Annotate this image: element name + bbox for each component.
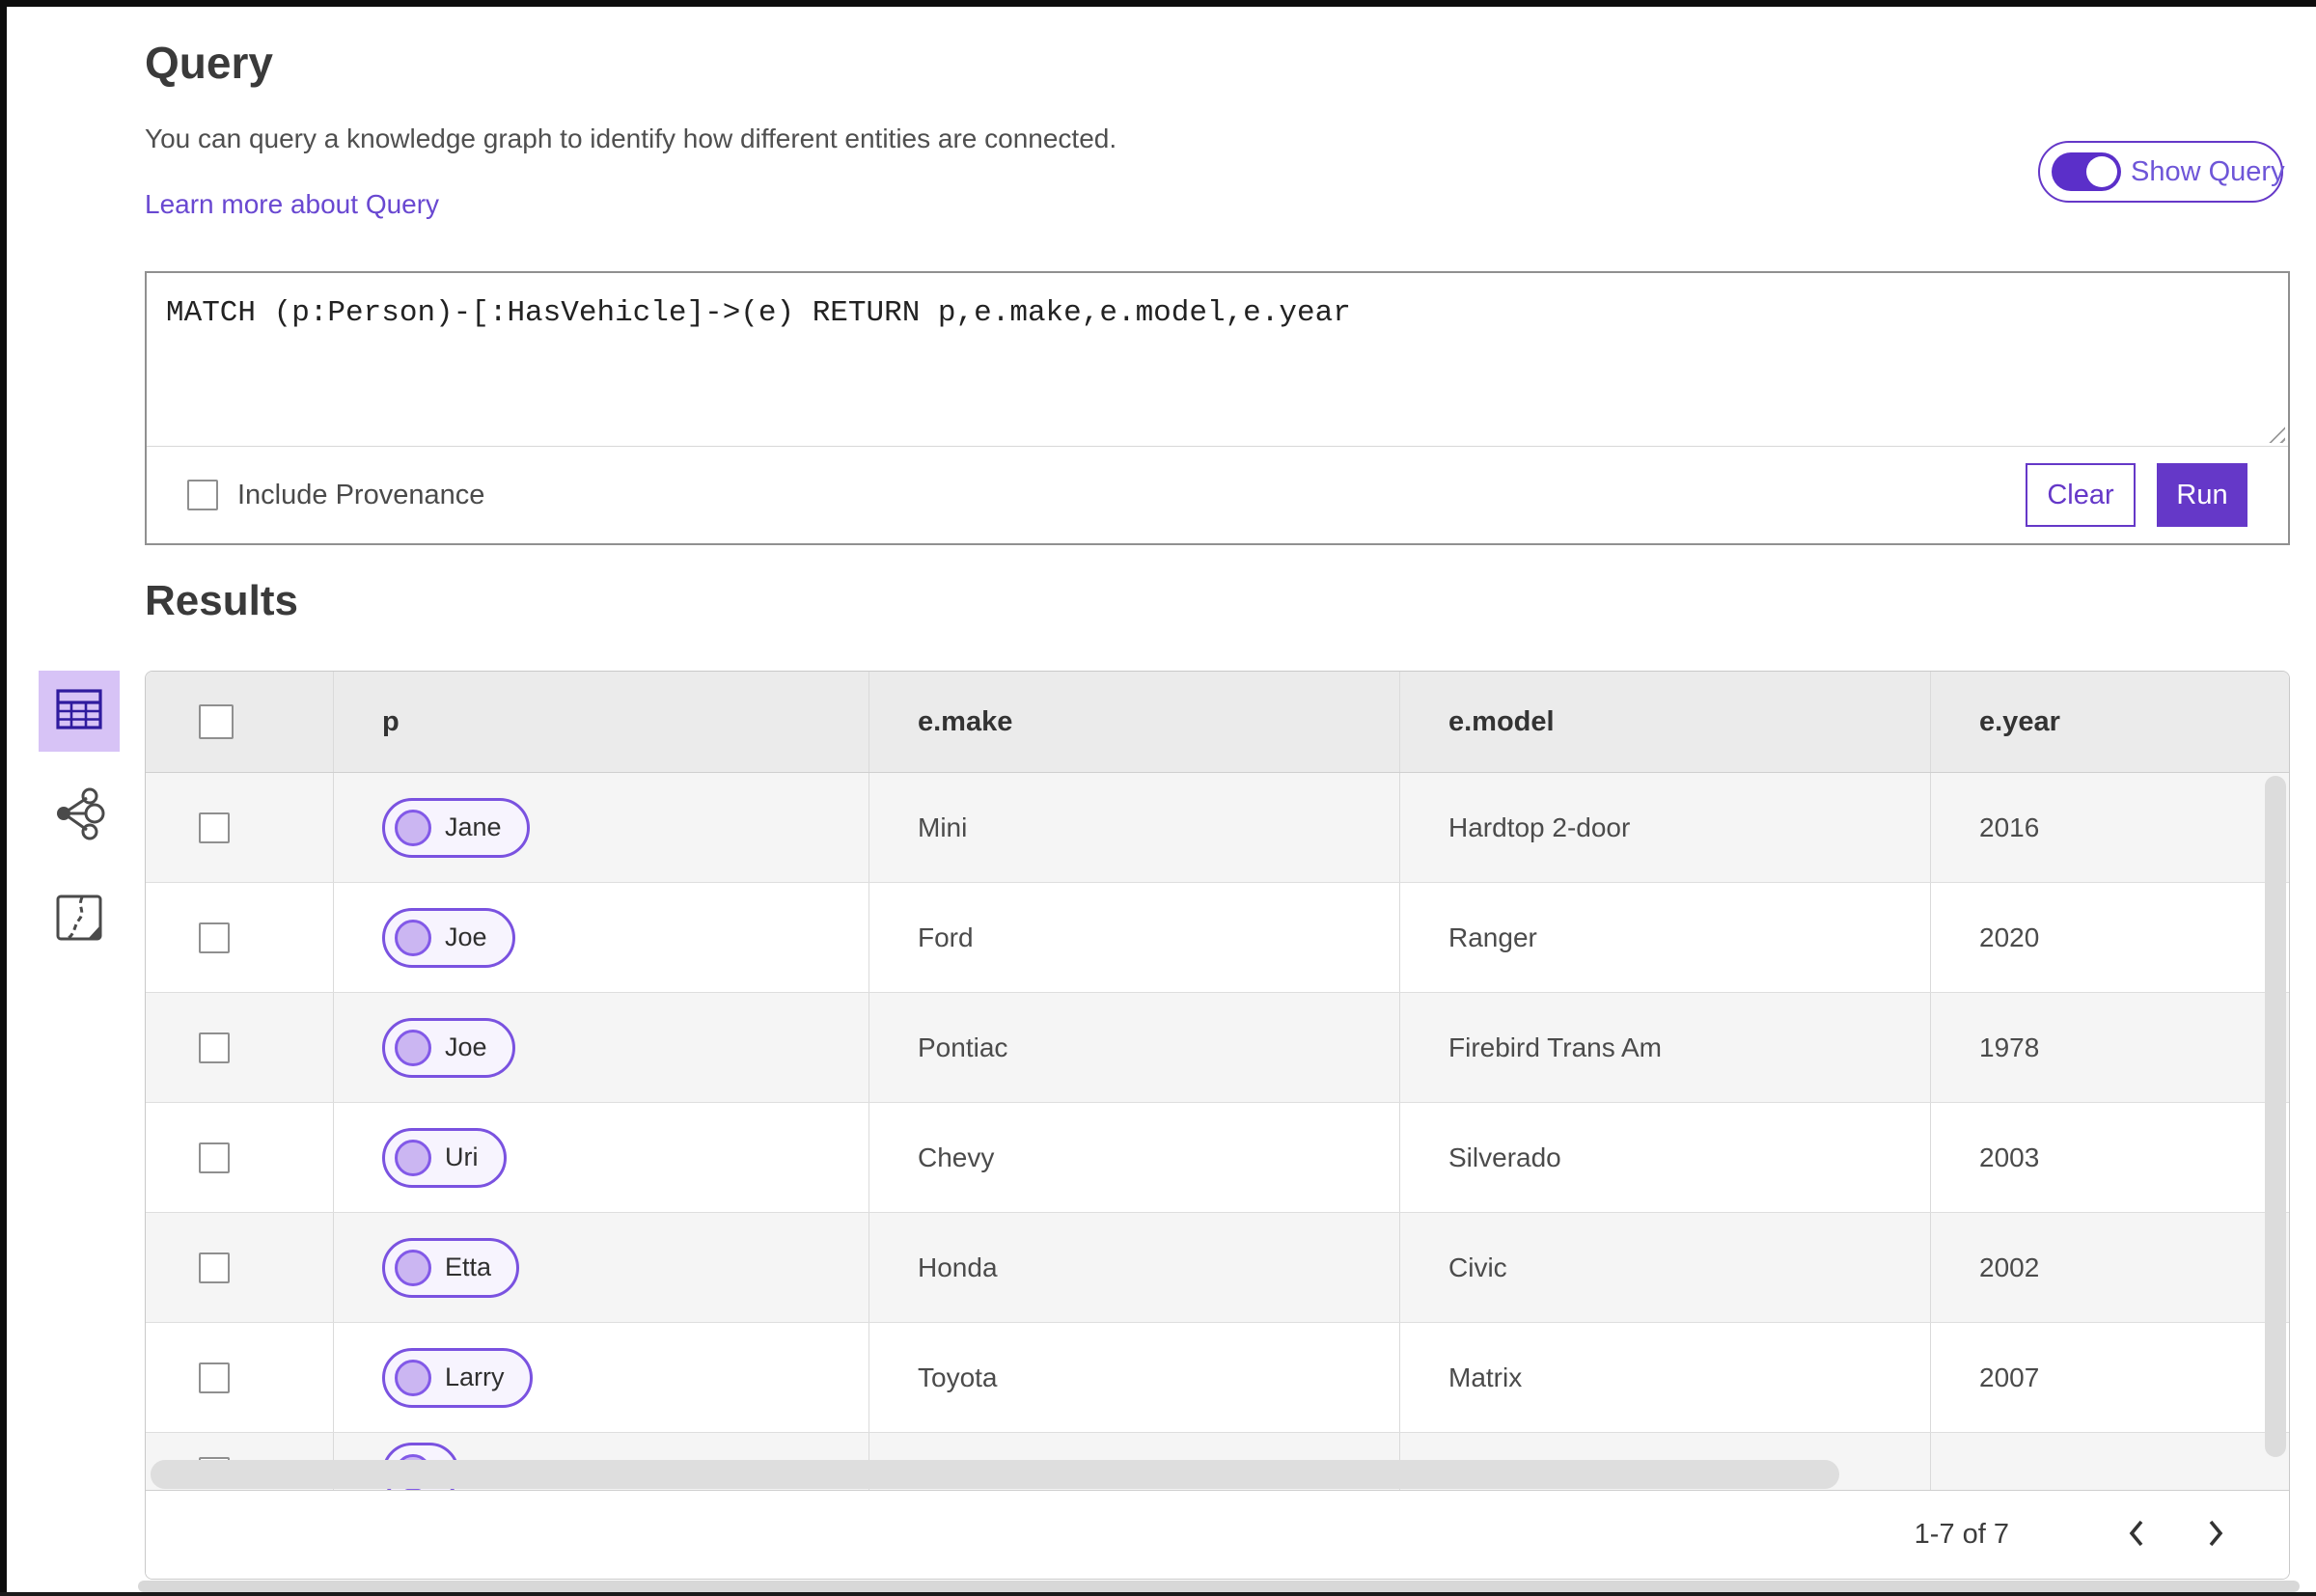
chevron-left-icon [2127, 1518, 2146, 1552]
query-textarea[interactable]: MATCH (p:Person)-[:HasVehicle]->(e) RETU… [147, 273, 2288, 447]
table-row: Larry Toyota Matrix 2007 [146, 1323, 2289, 1433]
entity-node-icon [395, 919, 431, 956]
chevron-right-icon [2206, 1518, 2225, 1552]
window-frame-top [0, 0, 2316, 7]
window-frame-bottom [0, 1592, 2316, 1596]
page-title: Query [145, 38, 273, 88]
cell-e-year: 2007 [1979, 1362, 2040, 1392]
cell-e-model: Hardtop 2-door [1448, 812, 1631, 842]
horizontal-scrollbar[interactable] [151, 1460, 1839, 1489]
cell-e-make: Ford [918, 922, 974, 952]
pagination-range-label: 1-7 of 7 [1914, 1519, 2009, 1550]
toggle-on-icon[interactable] [2052, 152, 2121, 191]
query-description: You can query a knowledge graph to ident… [145, 124, 1117, 153]
header-cell-e-model[interactable]: e.model [1400, 672, 1931, 772]
entity-node-icon [395, 1029, 431, 1066]
learn-more-link[interactable]: Learn more about Query [145, 189, 439, 220]
resize-handle-icon[interactable] [2262, 420, 2285, 443]
cell-e-model: Matrix [1448, 1362, 1523, 1392]
cell-e-year: 2002 [1979, 1252, 2040, 1282]
entity-node-icon [395, 1249, 431, 1286]
row-checkbox[interactable] [199, 1142, 230, 1173]
pagination-bar: 1-7 of 7 [146, 1490, 2289, 1579]
header-cell-e-year[interactable]: e.year [1931, 672, 2289, 772]
include-provenance-checkbox[interactable] [187, 480, 218, 510]
show-query-label: Show Query [2131, 155, 2285, 187]
entity-chip[interactable]: Etta [382, 1237, 520, 1298]
cell-e-make: Mini [918, 812, 968, 842]
cell-e-model: Silverado [1448, 1142, 1561, 1172]
table-row: Joe Ford Ranger 2020 [146, 883, 2289, 993]
show-query-toggle-button[interactable]: Show Query [2038, 141, 2285, 203]
query-footer: Include Provenance Clear Run [147, 447, 2288, 543]
include-provenance-label: Include Provenance [237, 479, 485, 510]
row-checkbox[interactable] [199, 1362, 230, 1393]
entity-chip[interactable]: Joe [382, 907, 515, 968]
cell-e-year: 2016 [1979, 812, 2040, 842]
cell-e-make: Honda [918, 1252, 998, 1282]
header-cell-select [146, 672, 334, 772]
results-table: p e.make e.model e.year Jane Mini Hardto… [145, 671, 2290, 1580]
cell-e-make: Chevy [918, 1142, 995, 1172]
row-checkbox[interactable] [199, 922, 230, 953]
entity-node-icon [395, 1359, 431, 1396]
cell-e-model: Firebird Trans Am [1448, 1032, 1662, 1062]
query-text[interactable]: MATCH (p:Person)-[:HasVehicle]->(e) RETU… [147, 273, 2288, 354]
entity-chip[interactable]: Joe [382, 1017, 515, 1078]
map-view-icon [55, 894, 103, 947]
table-row: Joe Pontiac Firebird Trans Am 1978 [146, 993, 2289, 1103]
entity-node-icon [395, 809, 431, 846]
cell-e-year: 2003 [1979, 1142, 2040, 1172]
results-view-switcher [37, 671, 122, 983]
vertical-scrollbar[interactable] [2265, 776, 2286, 1457]
run-button[interactable]: Run [2157, 463, 2247, 527]
previous-page-button[interactable] [2109, 1508, 2164, 1562]
table-header-row: p e.make e.model e.year [146, 672, 2289, 773]
cell-e-year: 2020 [1979, 922, 2040, 952]
map-view-button[interactable] [39, 879, 120, 960]
table-row: Etta Honda Civic 2002 [146, 1213, 2289, 1323]
toggle-knob [2086, 156, 2117, 187]
entity-node-icon [395, 1139, 431, 1176]
entity-chip[interactable]: Jane [382, 797, 530, 858]
cell-e-make: Toyota [918, 1362, 998, 1392]
row-checkbox[interactable] [199, 812, 230, 843]
page-horizontal-scrollbar[interactable] [138, 1581, 2300, 1592]
entity-chip[interactable]: Uri [382, 1127, 507, 1188]
row-checkbox[interactable] [199, 1032, 230, 1063]
link-chart-view-icon [52, 786, 106, 845]
query-page: Query You can query a knowledge graph to… [0, 0, 2316, 1596]
table-row: Jane Mini Hardtop 2-door 2016 [146, 773, 2289, 883]
header-cell-p[interactable]: p [334, 672, 869, 772]
cell-e-make: Pontiac [918, 1032, 1008, 1062]
select-all-checkbox[interactable] [199, 704, 234, 739]
next-page-button[interactable] [2189, 1508, 2243, 1562]
window-frame-left [0, 0, 7, 1596]
header-cell-e-make[interactable]: e.make [869, 672, 1400, 772]
link-chart-view-button[interactable] [39, 775, 120, 856]
row-checkbox[interactable] [199, 1252, 230, 1283]
table-view-icon [56, 688, 102, 734]
table-row: Uri Chevy Silverado 2003 [146, 1103, 2289, 1213]
clear-button[interactable]: Clear [2026, 463, 2136, 527]
entity-chip[interactable]: Larry [382, 1347, 533, 1408]
table-view-button[interactable] [39, 671, 120, 752]
query-editor-panel: MATCH (p:Person)-[:HasVehicle]->(e) RETU… [145, 271, 2290, 545]
results-title: Results [145, 577, 298, 624]
cell-e-year: 1978 [1979, 1032, 2040, 1062]
cell-e-model: Civic [1448, 1252, 1507, 1282]
cell-e-model: Ranger [1448, 922, 1537, 952]
